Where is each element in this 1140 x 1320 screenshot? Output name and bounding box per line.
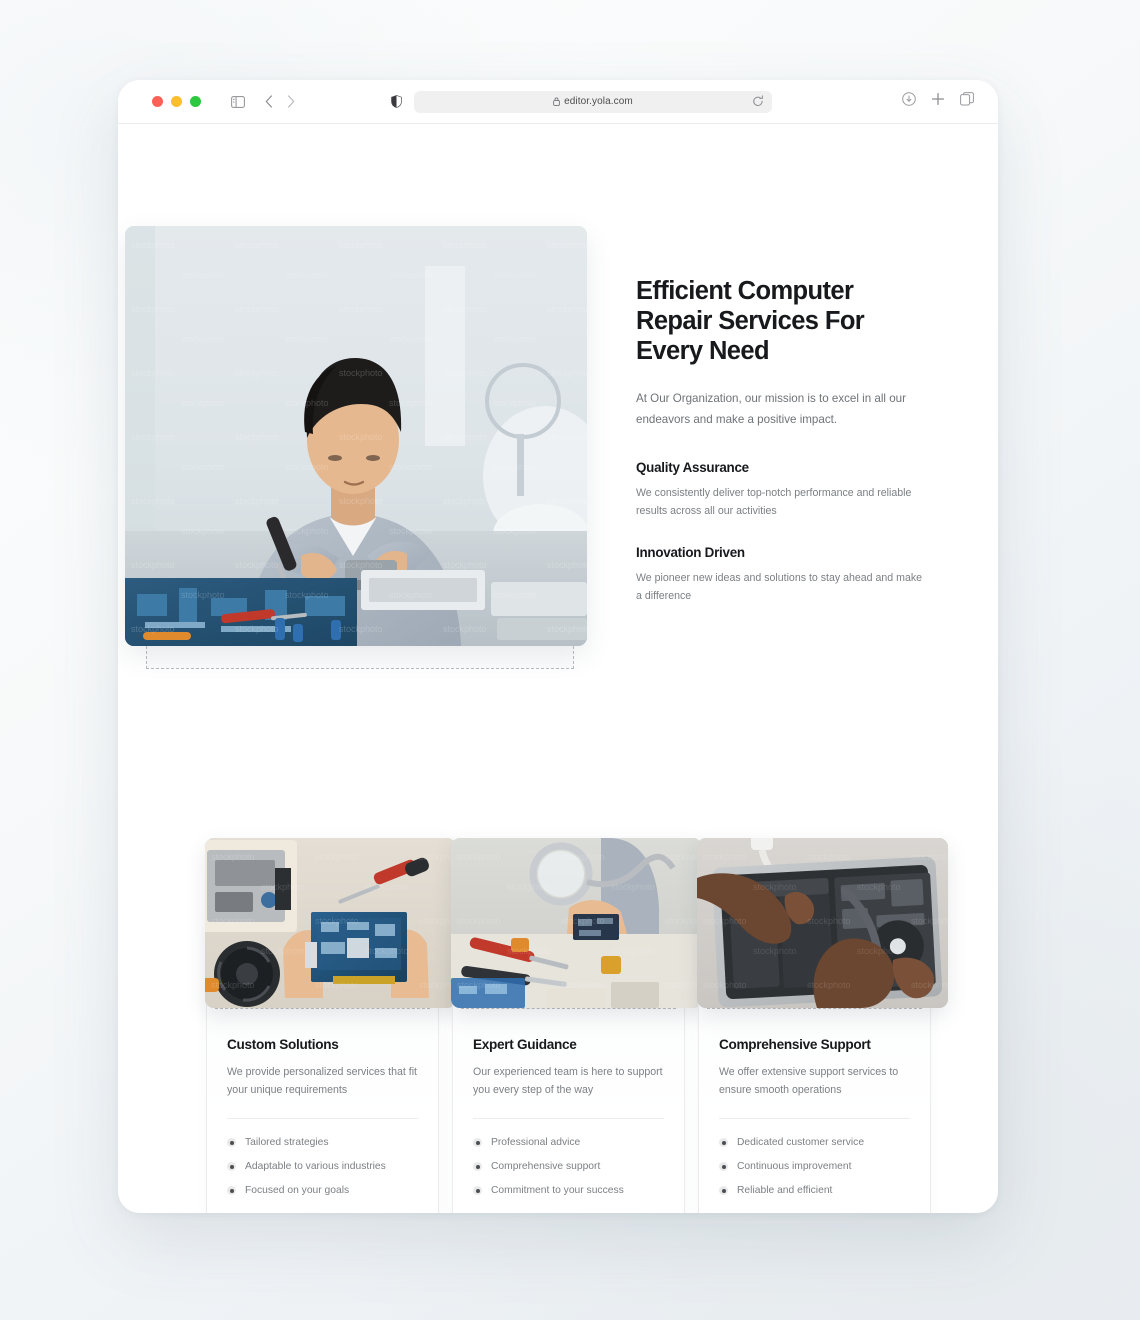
bullet-dot-icon	[719, 1162, 728, 1171]
card-image[interactable]	[697, 838, 948, 1008]
feature-body: We consistently deliver top-notch perfor…	[636, 487, 912, 517]
card-title: Comprehensive Support	[719, 1037, 871, 1052]
card-image[interactable]	[451, 838, 702, 1008]
feature-title: Quality Assurance	[636, 460, 749, 475]
list-item-label: Continuous improvement	[737, 1161, 852, 1172]
list-item-label: Reliable and efficient	[737, 1185, 833, 1196]
lock-icon	[553, 97, 560, 106]
sidebar-toggle-icon[interactable]	[231, 95, 245, 108]
card-divider	[473, 1118, 664, 1119]
card-description: Our experienced team is here to support …	[473, 1066, 663, 1096]
card-feature-list: Professional advice Comprehensive suppor…	[473, 1135, 664, 1198]
page-title: Efficient Computer Repair Services For E…	[636, 277, 865, 365]
feature-quality-assurance: Quality Assurance We consistently delive…	[636, 460, 926, 520]
tab-overview-icon[interactable]	[960, 92, 974, 106]
bullet-dot-icon	[473, 1162, 482, 1171]
address-bar-url: editor.yola.com	[564, 96, 633, 107]
reload-icon[interactable]	[752, 94, 764, 113]
service-card-custom-solutions[interactable]: Custom Solutions We provide personalized…	[205, 838, 456, 1213]
card-image-placeholder-frame[interactable]	[451, 838, 702, 1009]
bullet-dot-icon	[719, 1186, 728, 1195]
browser-toolbar: editor.yola.com	[118, 80, 998, 124]
back-arrow-icon[interactable]	[265, 95, 273, 108]
download-icon[interactable]	[902, 92, 916, 106]
card-photo-illustration	[697, 838, 948, 1008]
list-item-label: Tailored strategies	[245, 1137, 329, 1148]
list-item: Reliable and efficient	[719, 1183, 910, 1198]
list-item-label: Commitment to your success	[491, 1185, 624, 1196]
list-item-label: Focused on your goals	[245, 1185, 350, 1196]
minimize-window-dot[interactable]	[171, 96, 182, 107]
card-body: Custom Solutions We provide personalized…	[207, 1009, 438, 1198]
list-item-label: Comprehensive support	[491, 1161, 601, 1172]
feature-innovation-driven: Innovation Driven We pioneer new ideas a…	[636, 545, 926, 605]
list-item: Continuous improvement	[719, 1159, 910, 1174]
list-item: Professional advice	[473, 1135, 664, 1150]
feature-title: Innovation Driven	[636, 545, 745, 560]
card-photo-illustration	[205, 838, 456, 1008]
list-item: Commitment to your success	[473, 1183, 664, 1198]
card-image-placeholder-frame[interactable]	[205, 838, 456, 1009]
card-title: Expert Guidance	[473, 1037, 577, 1052]
hero-image-placeholder-frame[interactable]: stockphoto stockphoto	[125, 226, 587, 669]
card-body: Expert Guidance Our experienced team is …	[453, 1009, 684, 1198]
service-card-expert-guidance[interactable]: Expert Guidance Our experienced team is …	[451, 838, 702, 1213]
card-image[interactable]	[205, 838, 456, 1008]
bullet-dot-icon	[227, 1186, 236, 1195]
bullet-dot-icon	[473, 1186, 482, 1195]
maximize-window-dot[interactable]	[190, 96, 201, 107]
hero-text-block: Efficient Computer Repair Services For E…	[636, 276, 926, 605]
forward-arrow-icon[interactable]	[287, 95, 295, 108]
plus-icon[interactable]	[931, 92, 945, 106]
card-feature-list: Tailored strategies Adaptable to various…	[227, 1135, 418, 1198]
hero-image[interactable]: stockphoto stockphoto	[125, 226, 587, 646]
card-divider	[719, 1118, 910, 1119]
close-window-dot[interactable]	[152, 96, 163, 107]
card-body: Comprehensive Support We offer extensive…	[699, 1009, 930, 1198]
address-bar[interactable]: editor.yola.com	[414, 90, 772, 113]
service-cards-row: Custom Solutions We provide personalized…	[205, 838, 948, 1213]
card-divider	[227, 1118, 418, 1119]
list-item: Adaptable to various industries	[227, 1159, 418, 1174]
list-item-label: Professional advice	[491, 1137, 581, 1148]
toolbar-right-icons	[902, 92, 974, 106]
service-card-comprehensive-support[interactable]: Comprehensive Support We offer extensive…	[697, 838, 948, 1213]
list-item-label: Adaptable to various industries	[245, 1161, 386, 1172]
feature-body: We pioneer new ideas and solutions to st…	[636, 572, 923, 602]
browser-window: editor.yola.com Efficient Computer Repai…	[118, 80, 998, 1213]
bullet-dot-icon	[227, 1162, 236, 1171]
card-image-placeholder-frame[interactable]	[697, 838, 948, 1009]
window-traffic-lights	[152, 96, 201, 107]
list-item-label: Dedicated customer service	[737, 1137, 865, 1148]
list-item: Comprehensive support	[473, 1159, 664, 1174]
card-feature-list: Dedicated customer service Continuous im…	[719, 1135, 910, 1198]
card-title: Custom Solutions	[227, 1037, 339, 1052]
list-item: Tailored strategies	[227, 1135, 418, 1150]
card-description: We provide personalized services that fi…	[227, 1066, 417, 1096]
card-photo-illustration	[451, 838, 702, 1008]
hero-lede: At Our Organization, our mission is to e…	[636, 392, 906, 426]
page-viewport: stockphoto stockphoto	[118, 124, 998, 1213]
bullet-dot-icon	[719, 1138, 728, 1147]
list-item: Dedicated customer service	[719, 1135, 910, 1150]
list-item: Focused on your goals	[227, 1183, 418, 1198]
screenshot-stage: editor.yola.com Efficient Computer Repai…	[0, 0, 1140, 1320]
bullet-dot-icon	[473, 1138, 482, 1147]
bullet-dot-icon	[227, 1138, 236, 1147]
card-description: We offer extensive support services to e…	[719, 1066, 899, 1096]
hero-photo-illustration: stockphoto stockphoto	[125, 226, 587, 646]
nav-arrows	[265, 95, 295, 108]
reader-contrast-icon[interactable]	[391, 95, 402, 108]
